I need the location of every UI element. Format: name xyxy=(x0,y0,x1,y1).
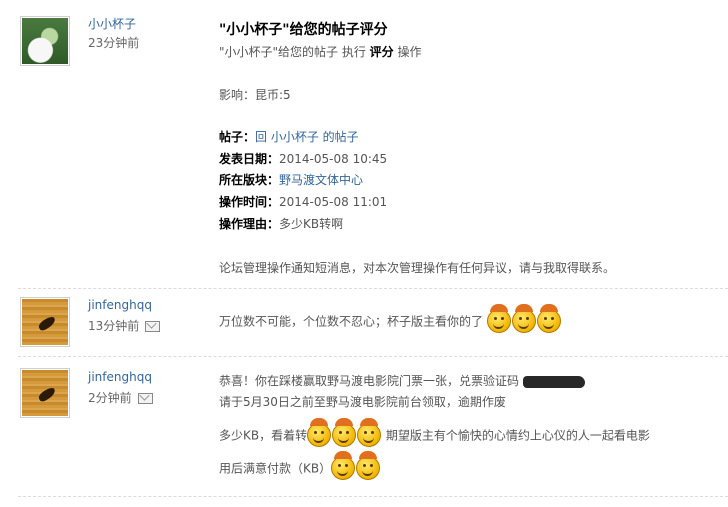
post-field: 帖子：回 小小杯子 的帖子 xyxy=(219,128,359,145)
time-text: 13分钟前 xyxy=(88,319,140,333)
board-label: 所在版块： xyxy=(219,173,280,187)
subtitle-pre: "小小杯子"给您的帖子 执行 xyxy=(219,45,370,59)
post-time: 13分钟前 xyxy=(88,317,161,334)
reply-line-1: 恭喜！你在踩楼赢取野马渡电影院门票一张，兑票验证码 xyxy=(219,372,586,389)
username-link[interactable]: 小小杯子 xyxy=(88,15,136,32)
laughing-smiley-icon xyxy=(356,451,381,480)
notice-footer: 论坛管理操作通知短消息，对本次管理操作有任何异议，请与我取得联系。 xyxy=(219,261,616,275)
laughing-smiley-icon xyxy=(486,304,511,333)
laughing-smiley-icon xyxy=(536,304,561,333)
optime-value: 2014-05-08 11:01 xyxy=(279,195,388,209)
board-field: 所在版块：野马渡文体中心 xyxy=(219,171,363,188)
time-text: 2分钟前 xyxy=(88,391,132,405)
avatar[interactable] xyxy=(20,16,70,66)
influence-text: 影响：昆币:5 xyxy=(219,88,291,102)
publish-value: 2014-05-08 10:45 xyxy=(279,152,388,166)
laughing-smiley-icon xyxy=(331,451,356,480)
reason-label: 操作理由： xyxy=(219,217,280,231)
post-time: 23分钟前 xyxy=(88,36,140,50)
subtitle-post: 操作 xyxy=(393,45,422,59)
reply-line-3-post: 期望版主有个愉快的心情约上心仪的人一起看电影 xyxy=(382,428,650,443)
avatar[interactable] xyxy=(20,368,70,418)
username-link[interactable]: jinfenghqq xyxy=(88,298,152,312)
reply-line-3: 多少KB，看着转 期望版主有个愉快的心情约上心仪的人一起看电影 xyxy=(219,418,650,447)
message-icon[interactable] xyxy=(145,321,161,332)
operation-time-field: 操作时间：2014-05-08 11:01 xyxy=(219,193,387,210)
reason-value: 多少KB转啊 xyxy=(279,217,344,231)
reply-line-4-text: 用后满意付款（KB） xyxy=(219,461,332,476)
reply-line-2: 请于5月30日之前至野马渡电影院前台领取，逾期作废 xyxy=(219,395,506,409)
post-time: 2分钟前 xyxy=(88,389,153,406)
laughing-smiley-icon xyxy=(307,418,332,447)
reply-text: 万位数不可能，个位数不忍心；杯子版主看你的了 xyxy=(219,304,562,333)
publish-label: 发表日期： xyxy=(219,152,280,166)
reply-body: 万位数不可能，个位数不忍心；杯子版主看你的了 xyxy=(219,314,484,329)
laughing-smiley-icon xyxy=(332,418,357,447)
notice-subtitle: "小小杯子"给您的帖子 执行 评分 操作 xyxy=(219,43,422,60)
reason-field: 操作理由：多少KB转啊 xyxy=(219,215,343,232)
laughing-smiley-icon xyxy=(357,418,382,447)
publish-date-field: 发表日期：2014-05-08 10:45 xyxy=(219,150,387,167)
divider xyxy=(18,288,728,289)
reply-line-1-text: 恭喜！你在踩楼赢取野马渡电影院门票一张，兑票验证码 xyxy=(219,374,520,388)
optime-label: 操作时间： xyxy=(219,195,280,209)
divider xyxy=(18,496,728,497)
subtitle-action: 评分 xyxy=(369,45,394,59)
username-link[interactable]: jinfenghqq xyxy=(88,370,152,384)
redacted-code xyxy=(523,375,586,388)
post-label: 帖子： xyxy=(219,130,256,144)
reply-line-4: 用后满意付款（KB） xyxy=(219,451,381,480)
board-link[interactable]: 野马渡文体中心 xyxy=(279,173,363,187)
message-icon[interactable] xyxy=(137,393,153,404)
laughing-smiley-icon xyxy=(511,304,536,333)
notice-title: "小小杯子"给您的帖子评分 xyxy=(219,22,388,38)
avatar[interactable] xyxy=(20,297,70,347)
post-link[interactable]: 回 小小杯子 的帖子 xyxy=(255,130,359,144)
reply-line-3-pre: 多少KB，看着转 xyxy=(219,428,308,443)
divider xyxy=(18,356,728,357)
